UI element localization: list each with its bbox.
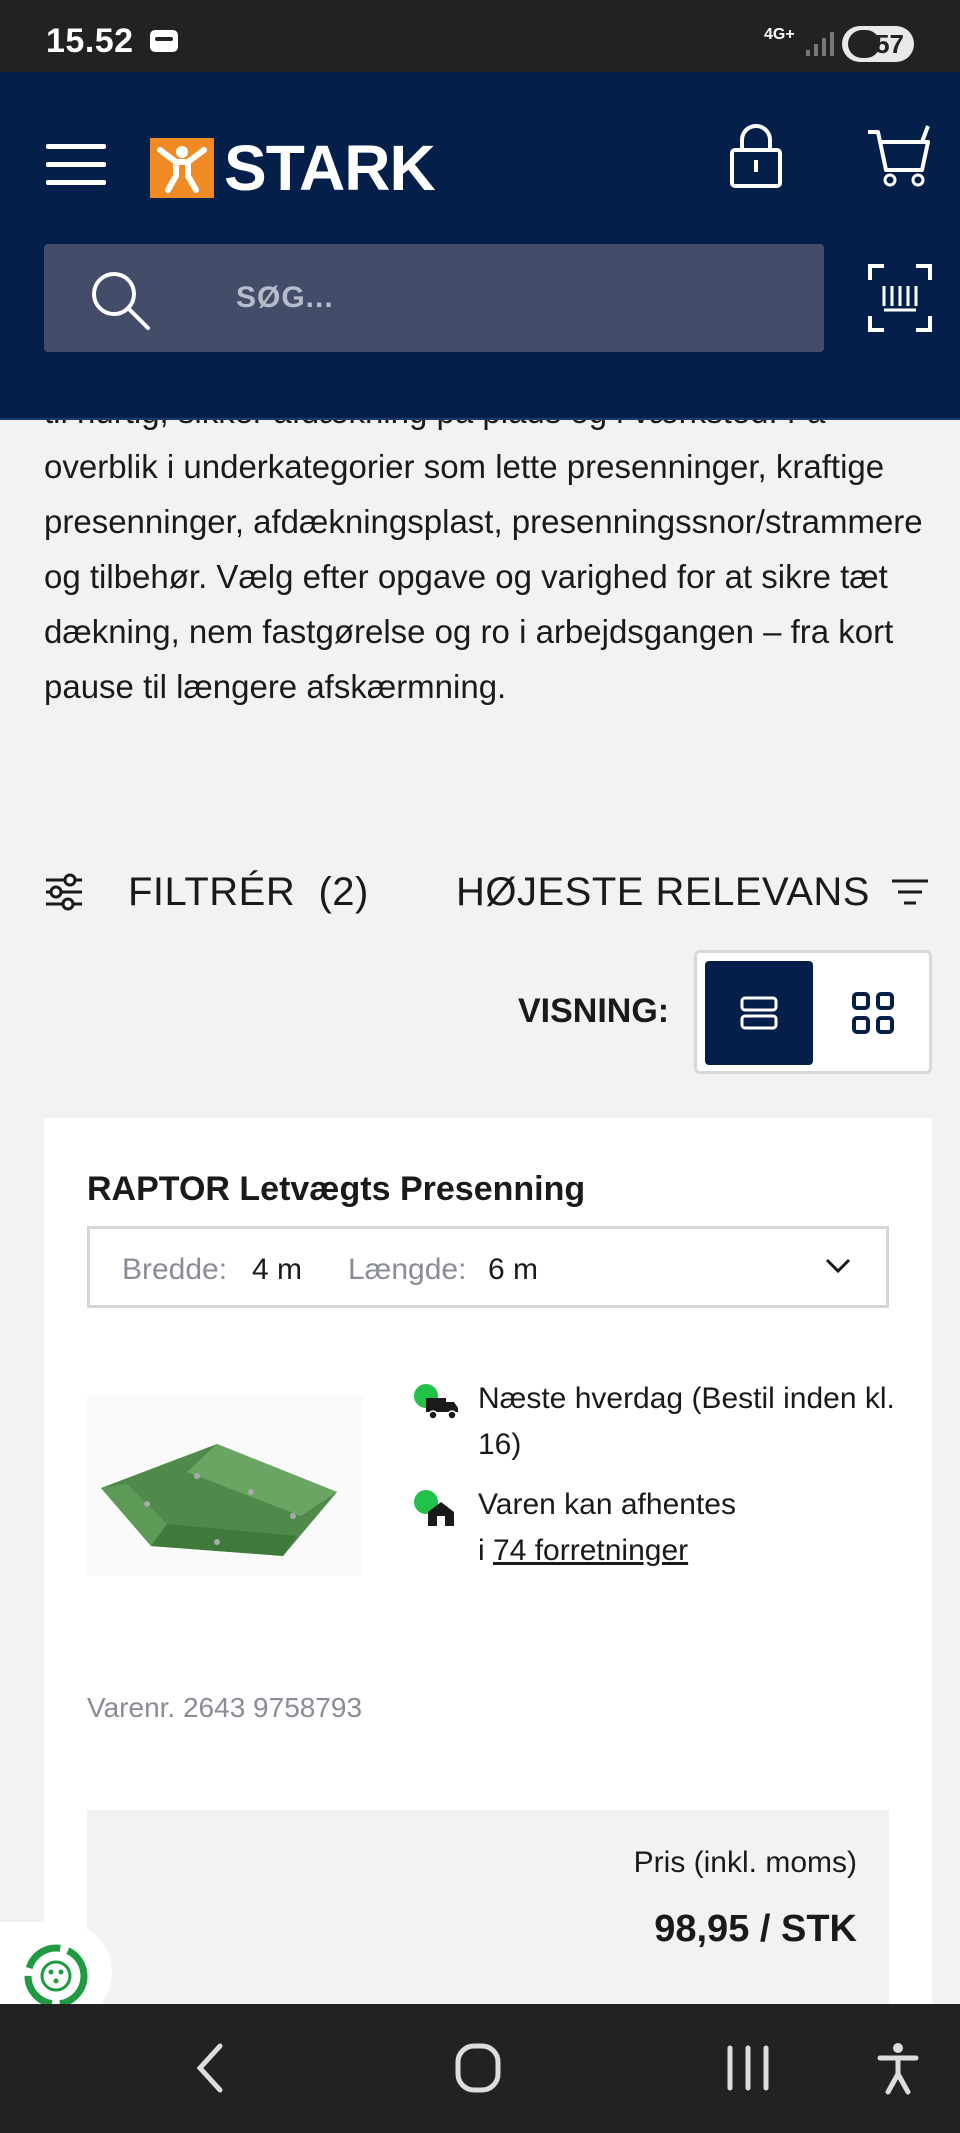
home-icon[interactable] [454,2040,502,2096]
delivery-text: Næste hverdag (Bestil inden kl. 16) [478,1382,895,1461]
tarp-image [101,1444,337,1556]
signal-icon [806,32,834,56]
store-icon [414,1482,462,1530]
recent-apps-icon[interactable] [724,2040,772,2096]
product-title[interactable]: RAPTOR Letvægts Presenning [87,1170,585,1209]
product-image[interactable] [87,1396,363,1576]
chevron-down-icon [825,1258,851,1274]
grid-view-icon [852,992,894,1034]
list-view-button[interactable] [705,961,813,1065]
pickup-text: Varen kan afhentes i 74 forretninger [478,1482,918,1574]
sim-card-icon [150,30,178,52]
width-value: 4 m [252,1253,303,1286]
view-label: VISNING: [518,992,670,1030]
stores-link[interactable]: 74 forretninger [493,1534,688,1567]
filter-button[interactable]: FILTRÉR (2) [44,862,369,922]
logo-mark-icon [150,138,214,198]
recycle-icon [24,1944,88,2008]
length-value: 6 m [488,1253,539,1286]
category-description: til hurtig, sikker afdækning på plads og… [44,384,924,714]
view-toggle [694,950,932,1074]
filter-label: FILTRÉR (2) [128,869,369,914]
stark-logo[interactable]: STARK [150,132,436,204]
price-label: Pris (inkl. moms) [633,1846,857,1879]
description-text: overblik i underkategorier som lette pre… [44,448,923,705]
status-bar: 15.52 4G+ 57 [0,0,960,72]
battery-indicator: 57 [842,26,914,62]
screen: { "status_bar": { "time": "15.52", "netw… [0,0,960,2133]
width-label: Bredde: [122,1253,228,1286]
search-input[interactable]: SØG... [44,244,824,352]
product-card[interactable]: RAPTOR Letvægts Presenning Bredde: 4 m L… [44,1118,932,2133]
filter-sliders-icon [46,873,82,911]
lock-icon[interactable] [728,122,784,188]
search-placeholder: SØG... [236,281,334,314]
menu-icon[interactable] [46,140,106,190]
search-icon [92,272,150,330]
sort-label: HØJESTE RELEVANS [455,869,870,914]
network-type: 4G+ [764,26,795,43]
variant-select[interactable]: Bredde: 4 m Længde: 6 m [87,1226,889,1308]
status-time: 15.52 [46,22,134,60]
system-nav-bar [0,2004,960,2133]
list-view-icon [740,996,778,1030]
accessibility-icon[interactable] [876,2040,920,2096]
sku-number: Varenr. 2643 9758793 [87,1692,363,1723]
cart-icon[interactable] [866,124,932,188]
grid-view-button[interactable] [821,961,925,1065]
brand-name: STARK [224,132,436,204]
delivery-truck-icon [414,1376,462,1424]
battery-level: 57 [875,28,904,59]
price-value: 98,95 / STK [654,1908,857,1950]
back-icon[interactable] [190,2040,230,2096]
pickup-prefix: i [478,1534,485,1567]
filter-count: (2) [318,869,369,914]
length-label: Længde: [348,1253,467,1286]
barcode-scan-icon[interactable] [868,264,932,332]
pickup-label: Varen kan afhentes [478,1488,736,1521]
sort-lines-icon [892,879,928,905]
sort-button[interactable]: HØJESTE RELEVANS [456,862,930,922]
